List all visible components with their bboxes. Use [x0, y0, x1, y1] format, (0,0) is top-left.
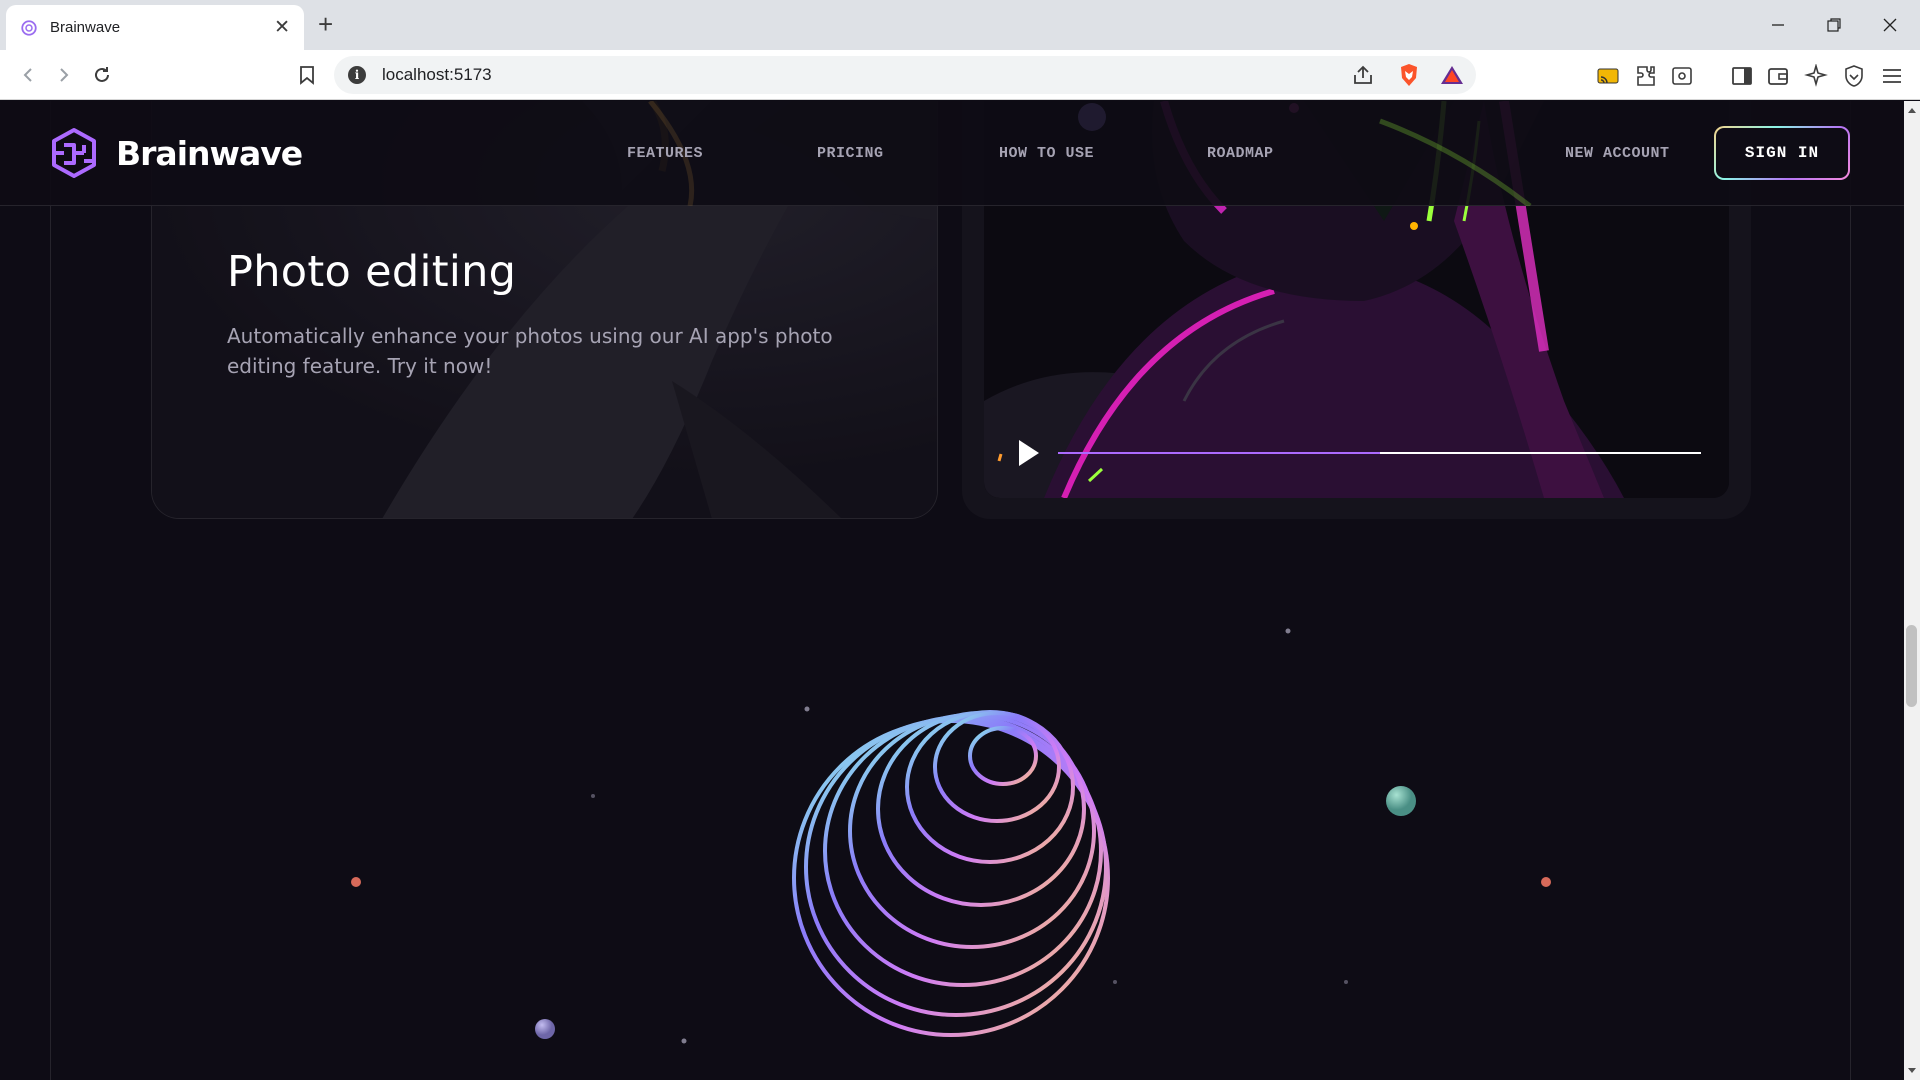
- minimize-icon[interactable]: [1750, 0, 1806, 50]
- new-account-link[interactable]: NEW ACCOUNT: [1565, 145, 1670, 162]
- brainwave-logo-icon: [52, 128, 96, 178]
- new-tab-icon[interactable]: +: [318, 9, 333, 40]
- feature-description: Automatically enhance your photos using …: [227, 324, 833, 378]
- nav-features[interactable]: FEATURES: [627, 145, 703, 162]
- menu-icon[interactable]: [1880, 64, 1904, 88]
- brand-logo[interactable]: Brainwave: [48, 127, 303, 179]
- sidebar-icon[interactable]: [1730, 64, 1754, 88]
- tab-title: Brainwave: [50, 19, 121, 36]
- extensions-icon[interactable]: [1634, 64, 1658, 88]
- brave-rewards-icon[interactable]: [1440, 65, 1464, 85]
- forward-icon[interactable]: [50, 61, 78, 89]
- leo-ai-icon[interactable]: [1804, 64, 1828, 88]
- browser-tab[interactable]: Brainwave ✕: [6, 5, 304, 50]
- url-text: localhost:5173: [382, 65, 492, 84]
- page-scrollbar[interactable]: [1904, 101, 1920, 1080]
- close-tab-icon[interactable]: ✕: [274, 16, 290, 39]
- share-icon[interactable]: [1352, 65, 1374, 85]
- scrollbar-thumb[interactable]: [1906, 625, 1917, 707]
- address-bar[interactable]: i localhost:5173: [334, 56, 1476, 94]
- sign-in-button[interactable]: SIGN IN: [1714, 126, 1850, 180]
- cast-icon[interactable]: [1596, 64, 1620, 88]
- site-info-icon[interactable]: i: [348, 66, 366, 84]
- brainwave-favicon-icon: [21, 19, 37, 36]
- right-rail-line: [1850, 101, 1851, 1080]
- browser-tab-bar: Brainwave ✕ +: [0, 0, 1920, 50]
- page-viewport: Photo editing Automatically enhance your…: [0, 101, 1904, 1080]
- play-icon[interactable]: [1015, 438, 1043, 468]
- scroll-up-icon[interactable]: [1907, 106, 1917, 114]
- left-rail-line: [50, 101, 51, 1080]
- scroll-down-icon[interactable]: [1907, 1067, 1917, 1075]
- video-progress-bar[interactable]: [1058, 452, 1701, 454]
- video-progress-fill: [1058, 452, 1380, 454]
- reload-icon[interactable]: [88, 61, 116, 89]
- wallet-icon[interactable]: [1766, 64, 1790, 88]
- feature-title: Photo editing: [227, 247, 517, 297]
- nav-pricing[interactable]: PRICING: [817, 145, 884, 162]
- restore-icon[interactable]: [1806, 0, 1862, 50]
- bookmark-icon[interactable]: [293, 61, 321, 89]
- vpn-icon[interactable]: [1842, 64, 1866, 88]
- browser-toolbar: i localhost:5173: [0, 50, 1920, 100]
- back-icon[interactable]: [14, 61, 42, 89]
- reader-icon[interactable]: [1670, 64, 1694, 88]
- close-window-icon[interactable]: [1862, 0, 1918, 50]
- site-header: Brainwave FEATURES PRICING HOW TO USE RO…: [0, 101, 1904, 206]
- brave-shields-icon[interactable]: [1398, 63, 1420, 87]
- brand-name: Brainwave: [116, 133, 303, 173]
- nav-how-to-use[interactable]: HOW TO USE: [999, 145, 1094, 162]
- nav-roadmap[interactable]: ROADMAP: [1207, 145, 1274, 162]
